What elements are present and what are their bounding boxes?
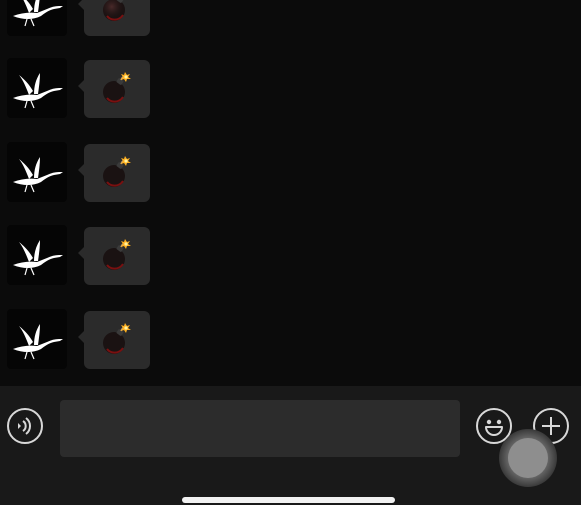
message-bubble[interactable] — [78, 311, 150, 369]
crane-icon — [13, 73, 63, 109]
bomb-icon — [101, 156, 133, 190]
message-row — [0, 309, 581, 369]
voice-input-button[interactable] — [7, 408, 43, 444]
message-row — [0, 142, 581, 202]
emoji-icon — [485, 419, 503, 436]
message-bubble[interactable] — [78, 227, 150, 285]
sender-avatar[interactable] — [7, 309, 67, 369]
voice-icon — [18, 417, 31, 435]
message-bubble[interactable] — [78, 60, 150, 118]
message-row — [0, 225, 581, 285]
sender-avatar[interactable] — [7, 225, 67, 285]
assistive-touch-core — [508, 438, 548, 478]
crane-icon — [13, 157, 63, 193]
bomb-icon — [101, 239, 133, 273]
sender-avatar[interactable] — [7, 0, 67, 36]
message-bubble[interactable] — [78, 0, 150, 36]
message-bubble[interactable] — [78, 144, 150, 202]
chat-input-bar — [0, 386, 581, 505]
bomb-icon — [101, 0, 133, 24]
sender-avatar[interactable] — [7, 58, 67, 118]
bomb-icon — [101, 72, 133, 106]
crane-icon — [13, 0, 63, 27]
crane-icon — [13, 240, 63, 276]
bomb-icon — [101, 323, 133, 357]
chat-messages-area[interactable] — [0, 0, 581, 386]
message-row — [0, 0, 581, 36]
sender-avatar[interactable] — [7, 142, 67, 202]
message-text-input[interactable] — [60, 400, 460, 457]
home-indicator[interactable] — [182, 497, 395, 503]
assistive-touch-button[interactable] — [499, 429, 557, 487]
crane-icon — [13, 324, 63, 360]
message-row — [0, 58, 581, 118]
